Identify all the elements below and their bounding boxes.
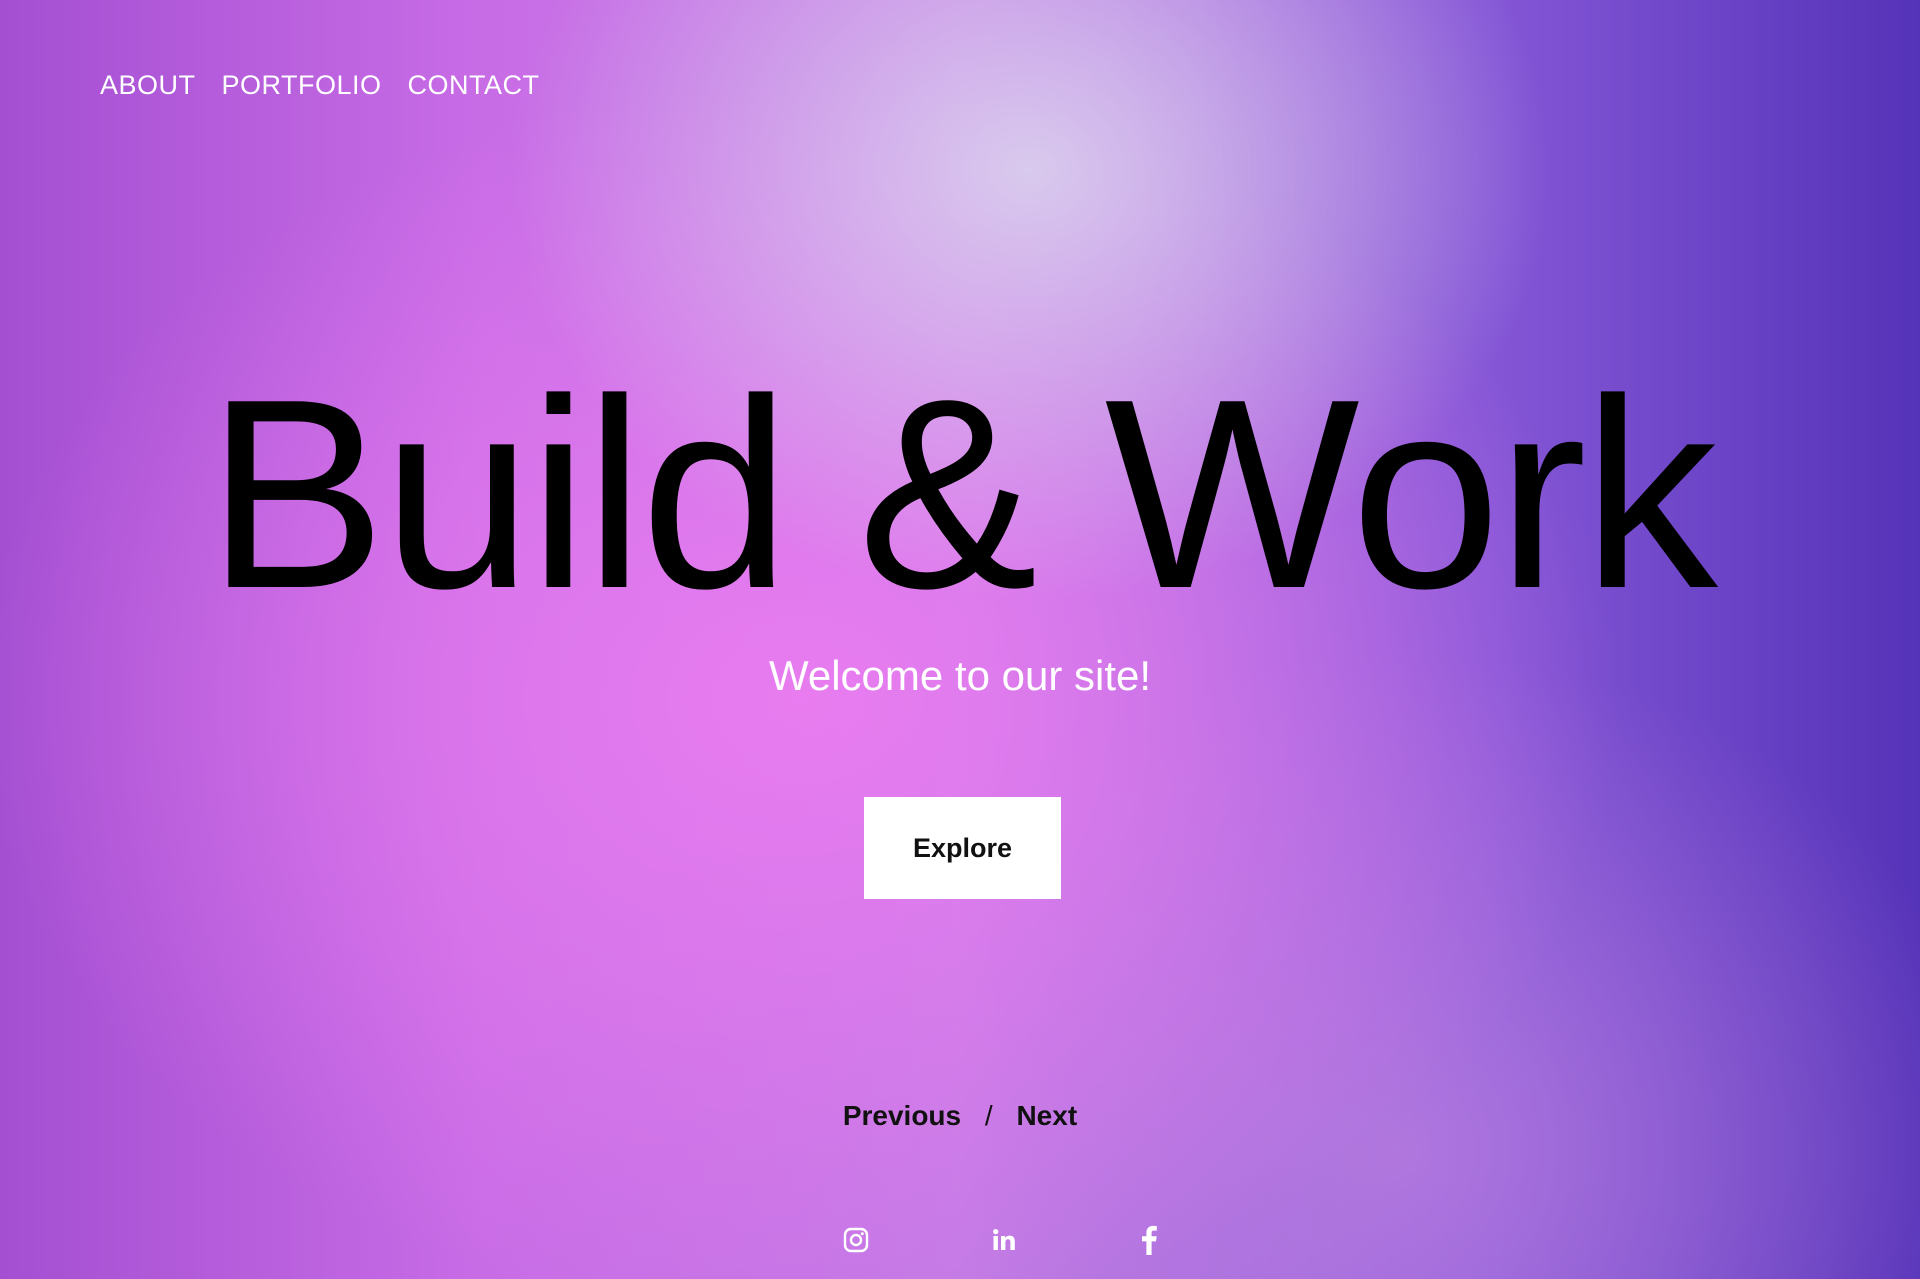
hero-title: Build & Work (206, 344, 1718, 645)
previous-link[interactable]: Previous (843, 1100, 961, 1132)
social-links (0, 1224, 1920, 1256)
facebook-icon[interactable] (1134, 1224, 1166, 1256)
slide-pager: Previous / Next (0, 1100, 1920, 1132)
pager-separator: / (984, 1100, 993, 1131)
main-nav: ABOUT PORTFOLIO CONTACT (100, 70, 540, 101)
linkedin-icon[interactable] (988, 1224, 1020, 1256)
nav-item-portfolio[interactable]: PORTFOLIO (222, 70, 382, 101)
nav-item-about[interactable]: ABOUT (100, 70, 196, 101)
hero-subtitle: Welcome to our site! (768, 652, 1152, 699)
next-link[interactable]: Next (1016, 1100, 1077, 1132)
instagram-icon[interactable] (840, 1224, 872, 1256)
explore-button[interactable]: Explore (864, 797, 1061, 899)
nav-item-contact[interactable]: CONTACT (408, 70, 540, 101)
